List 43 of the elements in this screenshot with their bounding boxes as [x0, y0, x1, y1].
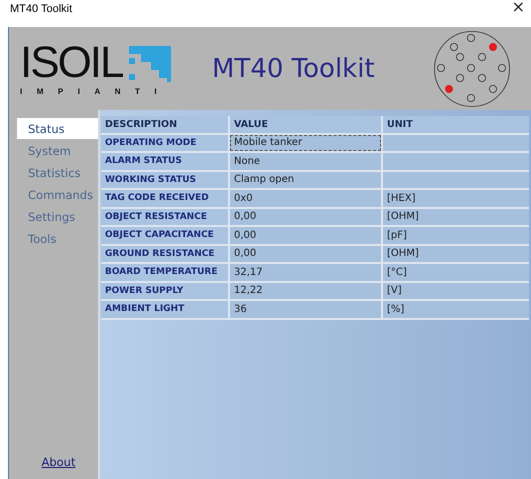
about-link[interactable]: About [41, 455, 76, 469]
column-header: VALUE [230, 116, 381, 132]
table-cell: 12,22 [230, 282, 381, 299]
table-cell: Mobile tanker [230, 134, 381, 151]
column-header: DESCRIPTION [101, 116, 228, 132]
sidebar-item[interactable]: System [17, 140, 98, 161]
table-cell: 0,00 [230, 227, 381, 244]
table-cell: AMBIENT LIGHT [101, 301, 228, 318]
table-cell: [HEX] [383, 190, 529, 206]
table-cell: OBJECT RESISTANCE [101, 208, 228, 225]
table-cell: OPERATING MODE [101, 134, 228, 151]
sidebar-item[interactable]: Commands [17, 184, 98, 205]
sidebar-item[interactable]: Statistics [17, 162, 98, 183]
table-cell: GROUND RESISTANCE [101, 246, 228, 262]
sidebar-item[interactable]: Settings [17, 206, 98, 227]
sidebar-item[interactable]: Status [17, 118, 98, 139]
table-cell: ALARM STATUS [101, 153, 228, 170]
table-cell: [°C] [383, 264, 529, 280]
logo-steps-icon [128, 46, 170, 82]
table-cell: [%] [383, 301, 529, 318]
logo-text: ISOIL [20, 41, 122, 85]
table-cell: POWER SUPPLY [101, 282, 228, 299]
table-cell: BOARD TEMPERATURE [101, 264, 228, 280]
table-cell: [OHM] [383, 246, 529, 262]
table-cell: OBJECT CAPACITANCE [101, 227, 228, 244]
table-cell: WORKING STATUS [101, 172, 228, 188]
table-cell: 0,00 [230, 246, 381, 262]
table-cell: TAG CODE RECEIVED [101, 190, 228, 206]
sidebar-item[interactable]: Tools [17, 228, 98, 249]
column-header: UNIT [383, 116, 529, 132]
table-cell: 0x0 [230, 190, 381, 206]
table-cell: [OHM] [383, 208, 529, 225]
window-title: MT40 Toolkit [10, 2, 72, 14]
table-cell: Clamp open [230, 172, 381, 188]
table-cell: 32,17 [230, 264, 381, 280]
table-cell: 0,00 [230, 208, 381, 225]
table-cell: [pF] [383, 227, 529, 244]
logo-subtext: IMPIANTI [20, 87, 172, 96]
table-cell: 36 [230, 301, 381, 318]
table-cell: [V] [383, 282, 529, 299]
app-title: MT40 Toolkit [212, 54, 376, 84]
close-button[interactable]: × [506, 0, 531, 20]
table-cell: None [230, 153, 381, 170]
